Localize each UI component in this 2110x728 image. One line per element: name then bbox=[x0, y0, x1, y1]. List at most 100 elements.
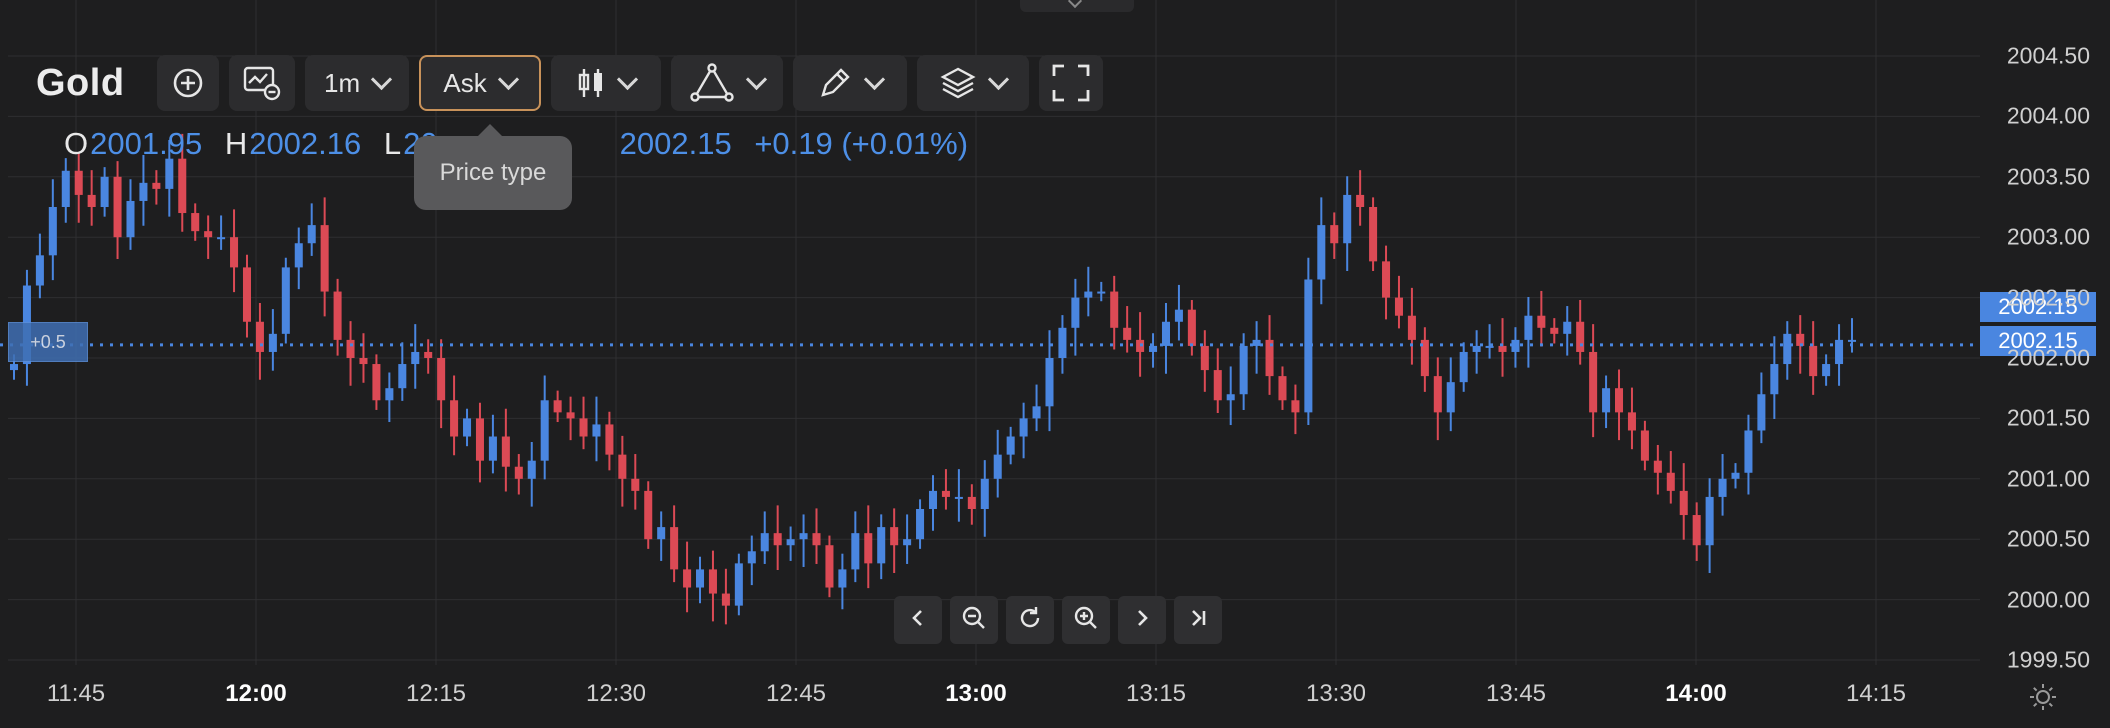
add-instrument-button[interactable] bbox=[156, 55, 219, 111]
candle-body bbox=[463, 418, 472, 437]
candle-body bbox=[1602, 388, 1611, 413]
layers-icon bbox=[939, 65, 977, 101]
chevron-down-icon bbox=[987, 68, 1010, 90]
candle-body bbox=[255, 321, 264, 352]
candles-icon bbox=[576, 65, 606, 101]
y-tick-label: 2003.50 bbox=[2006, 163, 2090, 190]
zoom-out-button[interactable] bbox=[950, 596, 998, 644]
indicators-icon bbox=[242, 65, 282, 101]
candle-body bbox=[113, 176, 122, 238]
zoom-in-button[interactable] bbox=[1062, 596, 1110, 644]
x-tick-label: 13:00 bbox=[945, 680, 1007, 707]
candle-body bbox=[61, 170, 70, 207]
candle-body bbox=[1356, 194, 1365, 207]
candle-body bbox=[812, 533, 821, 546]
candle-body bbox=[1330, 225, 1339, 244]
candle-body bbox=[1640, 430, 1649, 461]
price-type-select[interactable]: Ask bbox=[418, 55, 541, 111]
layers-select[interactable] bbox=[916, 55, 1029, 111]
candle-body bbox=[152, 182, 161, 189]
candle-body bbox=[1187, 309, 1196, 346]
candle-body bbox=[1161, 321, 1170, 346]
candle-body bbox=[1226, 394, 1235, 401]
candle-body bbox=[1006, 436, 1015, 455]
y-tick-label: 2002.00 bbox=[2006, 344, 2090, 371]
candle-body bbox=[1252, 339, 1261, 346]
fullscreen-button[interactable] bbox=[1038, 55, 1103, 111]
candle-body bbox=[1563, 321, 1572, 334]
candle-body bbox=[527, 460, 536, 479]
candle-body bbox=[294, 243, 303, 268]
candle-body bbox=[450, 400, 459, 437]
x-tick-label: 12:00 bbox=[225, 680, 287, 707]
candle-body bbox=[1369, 207, 1378, 262]
x-tick-label: 13:30 bbox=[1305, 680, 1367, 707]
candle-body bbox=[475, 418, 484, 461]
candle-body bbox=[385, 388, 394, 401]
candle-body bbox=[708, 569, 717, 594]
go-to-end-button[interactable] bbox=[1174, 596, 1222, 644]
candle-body bbox=[411, 351, 420, 365]
theme-toggle-button[interactable] bbox=[2028, 682, 2058, 717]
x-tick-label: 12:15 bbox=[405, 680, 467, 707]
candle-body bbox=[967, 496, 976, 509]
drawing-tools-select[interactable] bbox=[670, 55, 783, 111]
candle-body bbox=[540, 400, 549, 461]
candle-body bbox=[773, 533, 782, 546]
price-type-tooltip: Price type bbox=[414, 124, 572, 210]
indicators-button[interactable] bbox=[228, 55, 295, 111]
low-label: L bbox=[383, 126, 402, 161]
candle-body bbox=[916, 509, 925, 540]
candle-body bbox=[1627, 412, 1636, 431]
candle-body bbox=[618, 454, 627, 479]
x-tick-label: 13:45 bbox=[1485, 680, 1547, 707]
candle-body bbox=[230, 237, 239, 268]
candle-body bbox=[1174, 309, 1183, 322]
candle-body bbox=[126, 200, 135, 238]
candle-body bbox=[281, 267, 290, 334]
x-tick-label: 13:15 bbox=[1125, 680, 1187, 707]
candle-body bbox=[1459, 351, 1468, 383]
candle-body bbox=[1809, 345, 1818, 377]
zoom-in-icon bbox=[1072, 604, 1100, 637]
chevron-down-icon bbox=[371, 68, 393, 90]
candle-body bbox=[1744, 430, 1753, 473]
candle-body bbox=[954, 496, 963, 499]
candle-body bbox=[204, 231, 213, 238]
chart-toolbar: Gold 1m Ask bbox=[36, 48, 1103, 118]
candle-body bbox=[838, 569, 847, 588]
candle-body bbox=[1731, 472, 1740, 479]
candle-body bbox=[553, 400, 562, 413]
candle-body bbox=[242, 267, 251, 322]
candle-body bbox=[799, 533, 808, 540]
scroll-right-button[interactable] bbox=[1118, 596, 1166, 644]
candle-body bbox=[398, 364, 407, 389]
x-tick-label: 14:15 bbox=[1845, 680, 1907, 707]
fullscreen-icon bbox=[1051, 63, 1091, 103]
zoom-out-icon bbox=[960, 604, 988, 637]
scroll-left-button[interactable] bbox=[894, 596, 942, 644]
candle-body bbox=[721, 593, 730, 606]
collapse-handle[interactable] bbox=[1020, 0, 1134, 12]
reset-icon bbox=[1016, 604, 1044, 637]
interval-select[interactable]: 1m bbox=[304, 55, 409, 111]
candle-body bbox=[1718, 478, 1727, 497]
chevron-down-icon bbox=[616, 68, 639, 90]
reset-button[interactable] bbox=[1006, 596, 1054, 644]
candle-body bbox=[1679, 490, 1688, 516]
candle-body bbox=[424, 351, 433, 358]
y-tick-label: 2001.00 bbox=[2006, 465, 2090, 492]
chevron-down-icon bbox=[497, 68, 519, 90]
tooltip-text: Price type bbox=[439, 159, 547, 186]
y-tick-label: 2000.50 bbox=[2006, 525, 2090, 552]
candle-body bbox=[268, 333, 277, 352]
candle-body bbox=[747, 551, 756, 564]
brush-select[interactable] bbox=[792, 55, 907, 111]
candle-body bbox=[9, 364, 19, 371]
candle-body bbox=[1382, 261, 1391, 298]
candle-body bbox=[1705, 496, 1714, 546]
candle-body bbox=[890, 527, 899, 546]
high-label: H bbox=[224, 126, 248, 161]
chart-type-select[interactable] bbox=[550, 55, 661, 111]
candle-body bbox=[760, 533, 769, 552]
